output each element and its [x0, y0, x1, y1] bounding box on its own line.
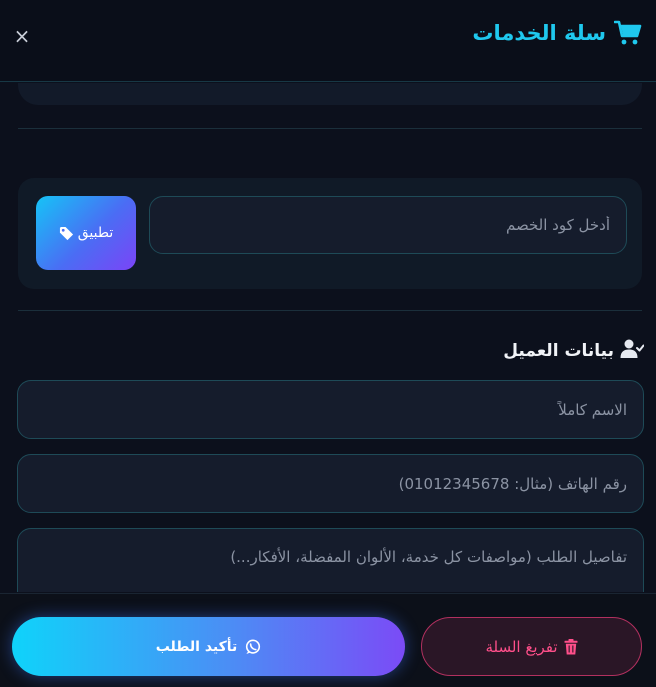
clear-cart-button[interactable]: تفريغ السلة [421, 617, 642, 676]
apply-coupon-button[interactable]: تطبيق [36, 196, 136, 270]
order-details-textarea[interactable] [17, 528, 644, 592]
page-title: سلة الخدمات [472, 21, 606, 45]
cart-header: × سلة الخدمات [0, 0, 656, 82]
trash-icon [564, 638, 578, 655]
close-button[interactable]: × [10, 24, 34, 48]
whatsapp-icon [245, 638, 261, 655]
cart-title-group: سلة الخدمات [472, 18, 642, 48]
clear-cart-label: تفريغ السلة [485, 637, 558, 656]
divider [18, 128, 642, 129]
user-check-icon [620, 339, 645, 363]
coupon-code-input[interactable] [149, 196, 627, 254]
cart-icon [614, 20, 642, 46]
confirm-order-button[interactable]: تأكيد الطلب [12, 617, 405, 676]
close-icon: × [13, 24, 31, 48]
customer-section-header: بيانات العميل [503, 339, 645, 363]
cart-footer: تأكيد الطلب تفريغ السلة [0, 593, 656, 687]
phone-input[interactable] [17, 454, 644, 513]
full-name-input[interactable] [17, 380, 644, 439]
cart-body[interactable]: تطبيق بيانات العميل [0, 83, 656, 592]
section-title: بيانات العميل [503, 341, 614, 361]
divider [18, 310, 642, 311]
coupon-card: تطبيق [18, 178, 642, 289]
cart-items-card [18, 83, 642, 105]
tag-icon [59, 226, 74, 241]
apply-coupon-label: تطبيق [77, 225, 114, 241]
confirm-order-label: تأكيد الطلب [155, 638, 238, 655]
